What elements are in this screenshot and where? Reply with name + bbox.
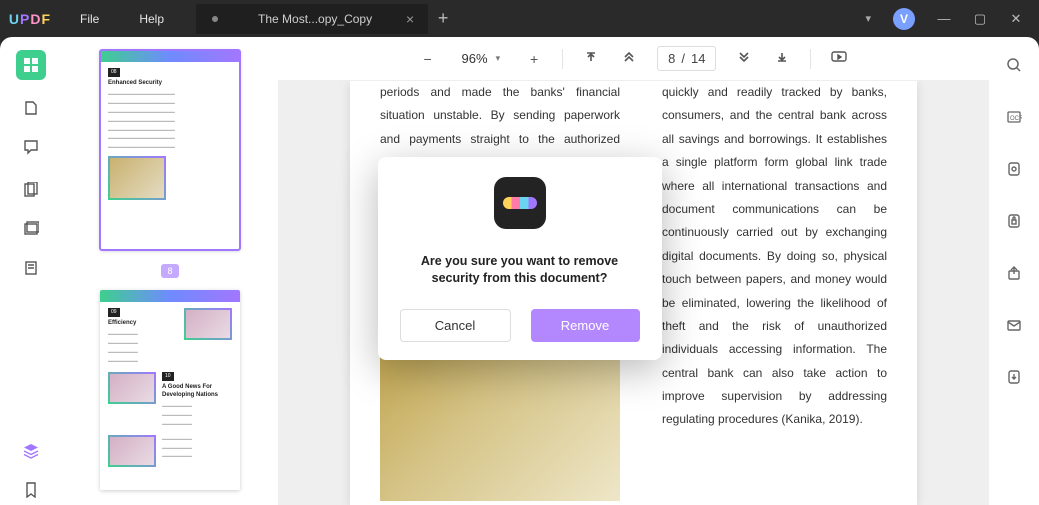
remove-button[interactable]: Remove [531, 309, 640, 342]
dialog-message: Are you sure you want to remove security… [400, 253, 640, 287]
modal-overlay: Are you sure you want to remove security… [0, 0, 1039, 505]
remove-security-dialog: Are you sure you want to remove security… [378, 157, 662, 360]
updf-app-icon [494, 177, 546, 229]
cancel-button[interactable]: Cancel [400, 309, 511, 342]
